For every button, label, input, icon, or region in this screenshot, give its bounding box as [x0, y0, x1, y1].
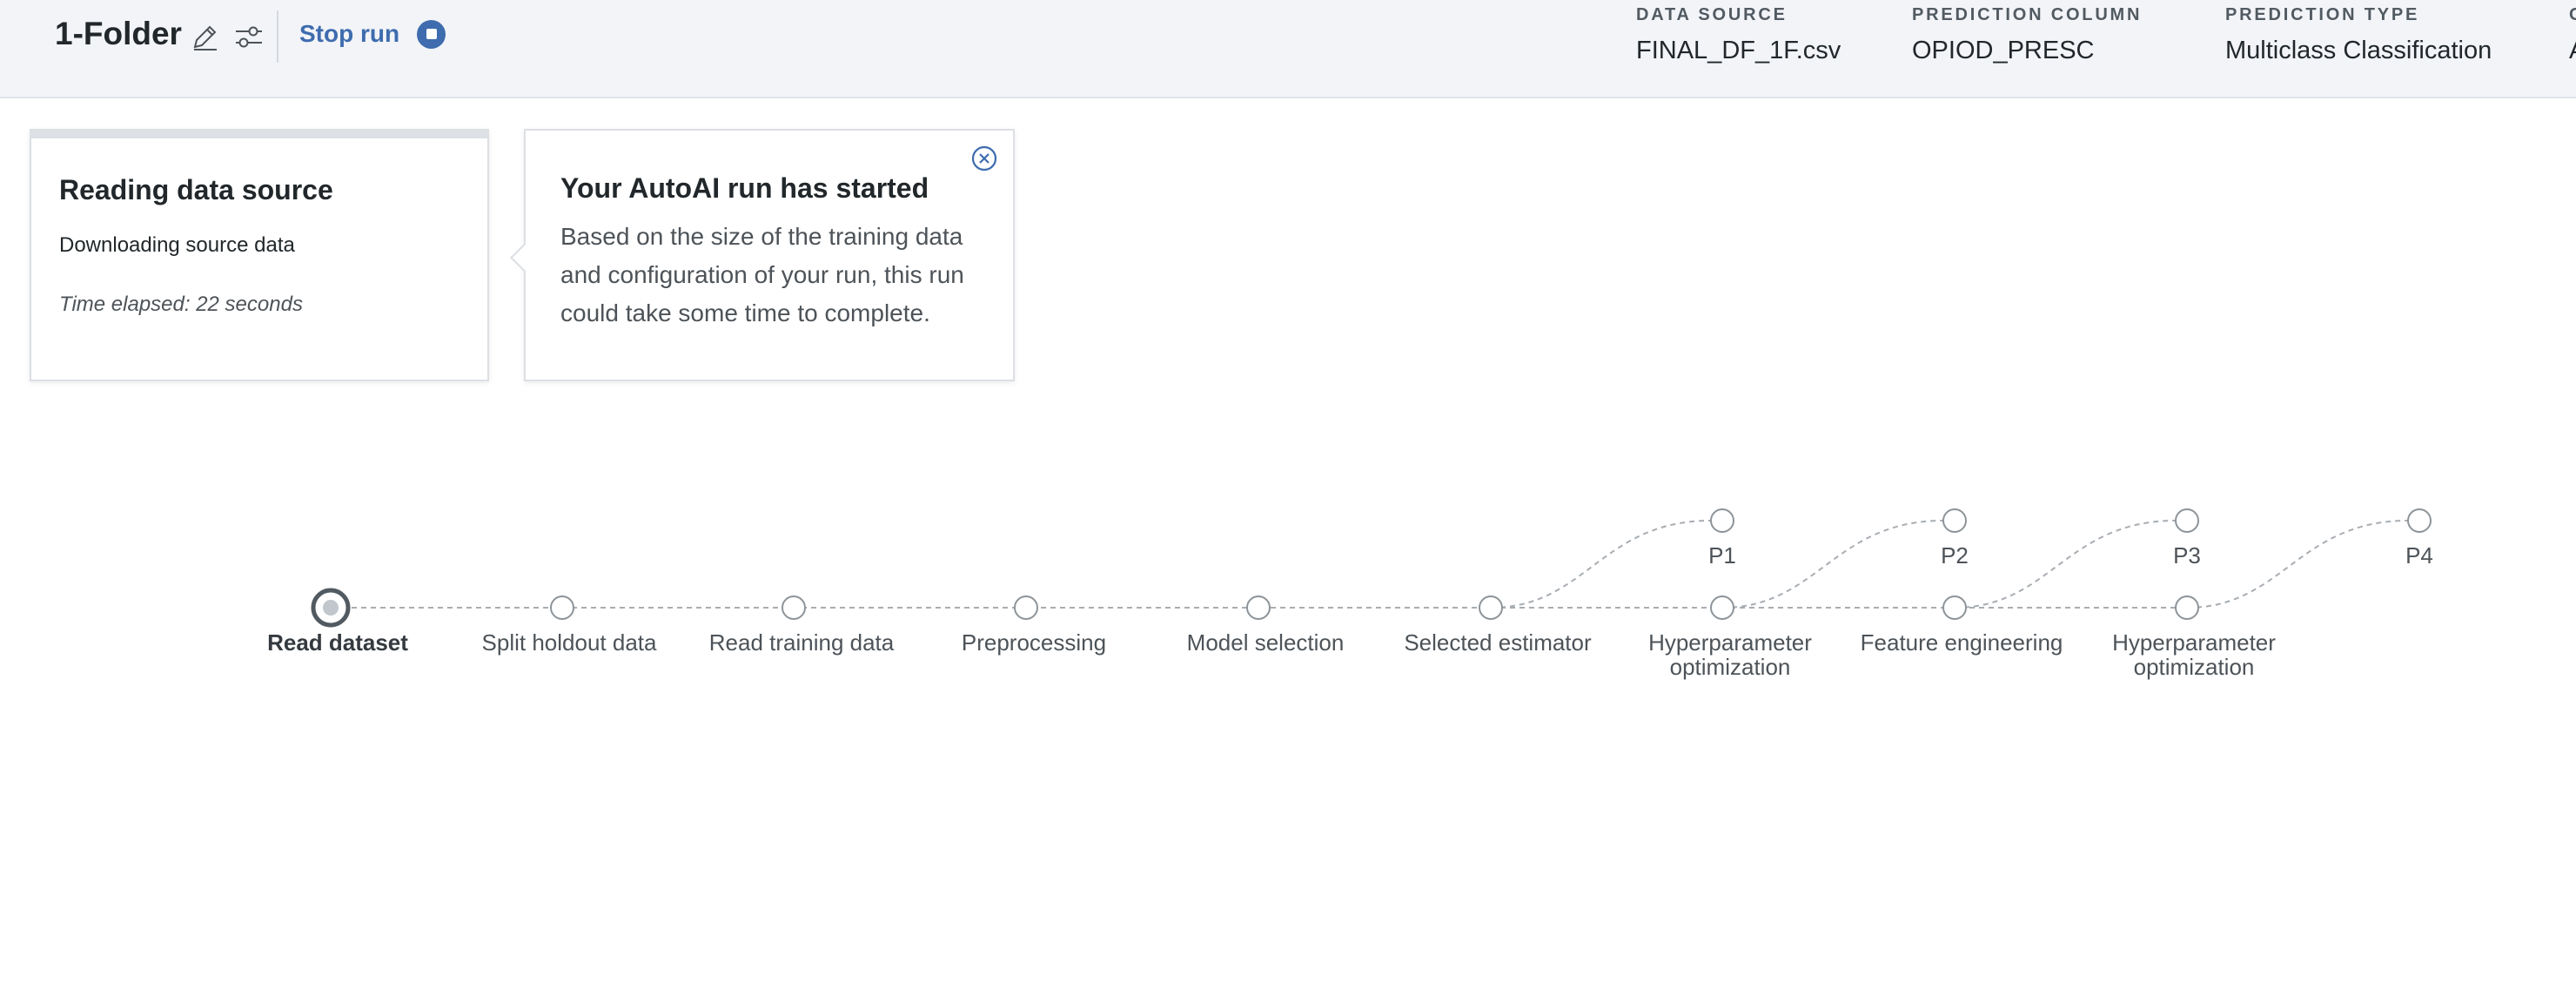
stop-run-label: Stop run [299, 20, 400, 47]
pipeline-node-label: P3 [2173, 542, 2201, 569]
pipeline-step-label: Hyperparameter optimization [1648, 629, 1812, 680]
pipeline-branch-connector [1490, 520, 1712, 609]
pipeline-step-node [311, 588, 351, 628]
status-subtitle: Downloading source data [59, 233, 295, 257]
pipeline-node-p4[interactable] [2407, 508, 2432, 533]
pipeline-step-label: Read dataset [267, 629, 408, 656]
meta-value: OPIOD_PRESC [1912, 37, 2095, 64]
meta-label: PREDICTION TYPE [2225, 5, 2420, 24]
stop-run-button[interactable]: Stop run [299, 16, 446, 52]
pipeline-node-p2[interactable] [1942, 508, 1967, 533]
pipeline-step-node [1014, 595, 1038, 620]
pipeline-step-label: Hyperparameter optimization [2112, 629, 2276, 680]
pipeline-step-node [1942, 595, 1967, 620]
status-card: Reading data source Downloading source d… [30, 129, 489, 381]
pipeline-node-label: P1 [1708, 542, 1736, 569]
pipeline-step-label: Split holdout data [481, 629, 657, 656]
pipeline-step-label: Selected estimator [1404, 629, 1592, 656]
meta-data-source: DATA SOURCE FINAL_DF_1F.csv [1636, 3, 1841, 66]
meta-value: Multiclass Classification [2225, 37, 2492, 64]
meta-label: DATA SOURCE [1636, 5, 1788, 24]
pipeline-step-label: Model selection [1186, 629, 1345, 656]
run-started-notification: Your AutoAI run has started Based on the… [510, 129, 1015, 381]
pipeline-step-label: Read training data [708, 629, 895, 656]
pipeline-node-label: P2 [1941, 542, 1969, 569]
meta-label: PREDICTION COLUMN [1912, 5, 2143, 24]
meta-value: FINAL_DF_1F.csv [1636, 37, 1841, 64]
top-header: 1-Folder Stop run DATA SOURCE FINAL_DF_1… [0, 0, 2576, 98]
pipeline-node-p3[interactable] [2175, 508, 2199, 533]
close-icon[interactable] [969, 144, 999, 173]
meta-truncated: O A [2569, 3, 2576, 66]
stop-icon [417, 19, 446, 49]
status-progress-bar [31, 131, 487, 138]
pipeline-step-node [2175, 595, 2199, 620]
notification-body: Based on the size of the training data a… [560, 223, 964, 326]
pipeline-step-node [550, 595, 574, 620]
pipeline-step-node [1710, 595, 1734, 620]
status-title: Reading data source [59, 174, 333, 205]
project-title: 1-Folder [55, 16, 182, 51]
notification-title: Your AutoAI run has started [560, 172, 929, 204]
meta-value: A [2569, 35, 2576, 66]
meta-prediction-type: PREDICTION TYPE Multiclass Classificatio… [2225, 3, 2492, 66]
pipeline-step-label: Feature engineering [1860, 629, 2063, 656]
pipeline-progress-map: Read dataset Split holdout data Read train… [0, 470, 2576, 714]
pipeline-step-node [1479, 595, 1503, 620]
edit-pencil-icon[interactable] [188, 19, 223, 54]
pipeline-step-node [782, 595, 806, 620]
pipeline-step-label: Preprocessing [961, 629, 1107, 656]
pipeline-step-node [1246, 595, 1271, 620]
time-elapsed: Time elapsed: 22 seconds [59, 293, 303, 316]
settings-sliders-icon[interactable] [231, 19, 266, 54]
header-divider [277, 10, 278, 63]
pipeline-node-label: P4 [2405, 542, 2433, 569]
notification-pointer [510, 243, 540, 272]
pipeline-node-p1[interactable] [1710, 508, 1734, 533]
meta-prediction-column: PREDICTION COLUMN OPIOD_PRESC [1912, 3, 2142, 66]
meta-label: O [2569, 3, 2576, 26]
